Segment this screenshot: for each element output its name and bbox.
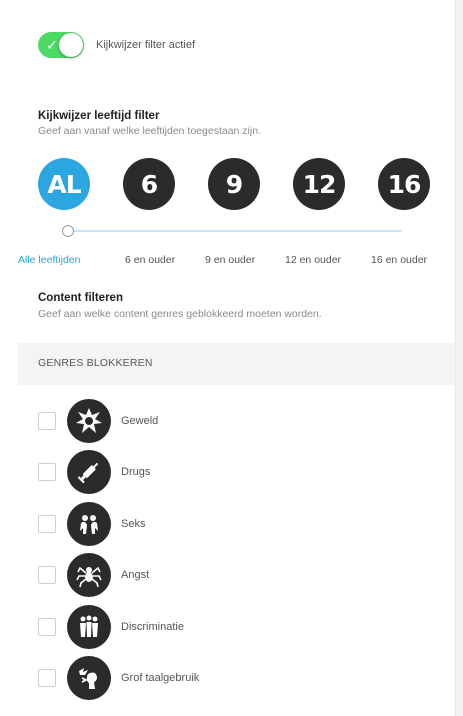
genre-label-angst: Angst: [121, 569, 150, 582]
genre-checkbox-discriminatie[interactable]: [38, 617, 56, 636]
genre-item-geweld[interactable]: Geweld: [38, 395, 438, 447]
drugs-icon: [67, 450, 111, 495]
filter-active-toggle[interactable]: ✓: [38, 32, 84, 58]
age-labels: Alle leeftijden 6 en ouder 9 en ouder 12…: [0, 254, 463, 268]
genre-label-seks: Seks: [121, 517, 146, 530]
genre-checkbox-seks[interactable]: [38, 514, 56, 533]
content-filter-title: Content filteren: [38, 292, 123, 304]
right-panel-edge: [455, 0, 463, 716]
genre-item-discriminatie[interactable]: Discriminatie: [38, 601, 438, 653]
genre-label-geweld: Geweld: [121, 414, 159, 427]
checkmark-icon: ✓: [46, 37, 58, 53]
genre-checkbox-drugs[interactable]: [38, 463, 56, 482]
genre-item-seks[interactable]: Seks: [38, 498, 438, 550]
age-badge-9[interactable]: 9: [208, 158, 260, 210]
coarse-language-icon: [67, 656, 111, 701]
filter-active-label: Kijkwijzer filter actief: [96, 39, 196, 51]
genre-label-discriminatie: Discriminatie: [121, 620, 184, 633]
genre-item-angst[interactable]: Angst: [38, 550, 438, 602]
fear-icon: [67, 553, 111, 598]
genre-item-drugs[interactable]: Drugs: [38, 447, 438, 499]
age-label-16[interactable]: 16 en ouder: [371, 254, 427, 266]
genres-block-header: GENRES BLOKKEREN: [18, 343, 455, 385]
discrimination-icon: [67, 604, 111, 649]
genre-checkbox-geweld[interactable]: [38, 411, 56, 430]
age-label-12[interactable]: 12 en ouder: [285, 254, 341, 266]
age-slider-track[interactable]: [68, 230, 402, 232]
age-filter-description: Geef aan vanaf welke leeftijden toegesta…: [38, 125, 261, 137]
toggle-knob: [59, 33, 83, 57]
genre-checkbox-grof-taalgebruik[interactable]: [38, 669, 56, 688]
age-label-6[interactable]: 6 en ouder: [125, 254, 175, 266]
violence-icon: [67, 398, 111, 443]
age-badge-12[interactable]: 12: [293, 158, 345, 210]
genre-list: Geweld Drugs Seks Angst Discriminatie Gr…: [38, 395, 438, 704]
age-slider[interactable]: [62, 225, 402, 237]
genre-item-grof-taalgebruik[interactable]: Grof taalgebruik: [38, 653, 438, 705]
age-badge-6[interactable]: 6: [123, 158, 175, 210]
genres-block-header-label: GENRES BLOKKEREN: [38, 357, 153, 369]
age-filter-title: Kijkwijzer leeftijd filter: [38, 110, 160, 122]
age-label-all[interactable]: Alle leeftijden: [18, 254, 80, 266]
genre-label-grof-taalgebruik: Grof taalgebruik: [121, 672, 200, 685]
genre-label-drugs: Drugs: [121, 466, 151, 479]
filter-toggle-row: ✓ Kijkwijzer filter actief: [38, 32, 195, 58]
age-label-9[interactable]: 9 en ouder: [205, 254, 255, 266]
age-rating-badges: AL 6 9 12 16: [0, 158, 463, 214]
sex-icon: [67, 501, 111, 546]
age-badge-16[interactable]: 16: [378, 158, 430, 210]
age-badge-al[interactable]: AL: [38, 158, 90, 210]
age-slider-thumb[interactable]: [62, 225, 74, 237]
genre-checkbox-angst[interactable]: [38, 566, 56, 585]
content-filter-description: Geef aan welke content genres geblokkeer…: [38, 308, 322, 320]
